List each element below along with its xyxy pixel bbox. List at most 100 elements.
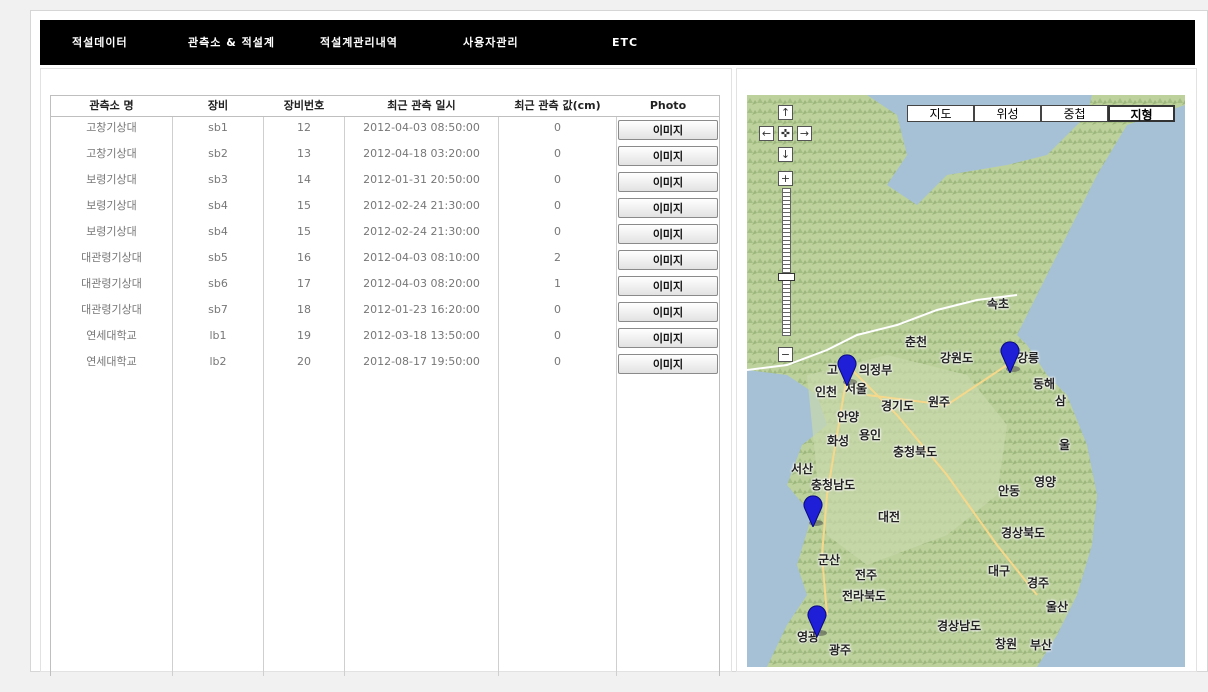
table-row: 대관령기상대 sb6 17 2012-04-03 08:20:00 1 이미지 — [51, 274, 719, 300]
table-row: 보령기상대 sb4 15 2012-02-24 21:30:00 0 이미지 — [51, 222, 719, 248]
city-label: 전주 — [855, 568, 878, 582]
city-label: 군산 — [818, 553, 841, 567]
map-type-map[interactable]: 지도 — [907, 105, 974, 122]
cell-device: lb1 — [209, 329, 227, 342]
cell-last-observed-time: 2012-04-03 08:20:00 — [363, 277, 480, 290]
station-pin-icon[interactable] — [836, 352, 858, 386]
map-type-hybrid[interactable]: 중첩 — [1041, 105, 1108, 122]
nav-station-snowgauge[interactable]: 관측소 & 적설계 — [188, 20, 275, 65]
zoom-slider-handle[interactable] — [778, 273, 795, 281]
cell-station-name: 연세대학교 — [86, 329, 137, 342]
image-button[interactable]: 이미지 — [618, 198, 718, 218]
station-pin-icon[interactable] — [999, 339, 1021, 373]
city-label: 전라북도 — [842, 589, 887, 603]
cell-station-name: 보령기상대 — [86, 173, 137, 186]
image-button[interactable]: 이미지 — [618, 276, 718, 296]
pan-down-icon[interactable]: ↓ — [778, 147, 793, 162]
city-label: 부산 — [1030, 638, 1053, 652]
nav-snow-data[interactable]: 적설데이터 — [72, 20, 128, 65]
table-row: 대관령기상대 sb5 16 2012-04-03 08:10:00 2 이미지 — [51, 248, 719, 274]
cell-last-observed-time: 2012-01-31 20:50:00 — [363, 173, 480, 186]
table-row: 보령기상대 sb3 14 2012-01-31 20:50:00 0 이미지 — [51, 170, 719, 196]
zoom-out-icon[interactable]: − — [778, 347, 793, 362]
cell-device: sb3 — [208, 173, 228, 186]
cell-last-observed-value: 0 — [554, 225, 561, 238]
city-label: 영양 — [1034, 475, 1057, 489]
cell-device-number: 16 — [297, 251, 311, 264]
map-type-satellite[interactable]: 위성 — [974, 105, 1041, 122]
cell-last-observed-value: 0 — [554, 355, 561, 368]
header-last-observed-time: 최근 관측 일시 — [387, 99, 456, 112]
cell-last-observed-time: 2012-04-18 03:20:00 — [363, 147, 480, 160]
nav-etc[interactable]: ETC — [612, 20, 638, 65]
cell-device: sb7 — [208, 303, 228, 316]
cell-station-name: 고창기상대 — [86, 147, 137, 160]
cell-last-observed-time: 2012-02-24 21:30:00 — [363, 199, 480, 212]
header-last-observed-value: 최근 관측 값(cm) — [514, 99, 601, 112]
city-label: 삼 — [1055, 394, 1067, 408]
pan-center-icon[interactable]: ✜ — [778, 126, 793, 141]
cell-station-name: 보령기상대 — [86, 199, 137, 212]
cell-last-observed-time: 2012-03-18 13:50:00 — [363, 329, 480, 342]
city-label: 의정부 — [859, 363, 893, 377]
pan-up-icon[interactable]: ↑ — [778, 105, 793, 120]
pan-right-icon[interactable]: → — [797, 126, 812, 141]
cell-last-observed-time: 2012-04-03 08:10:00 — [363, 251, 480, 264]
image-button[interactable]: 이미지 — [618, 120, 718, 140]
pan-left-icon[interactable]: ← — [759, 126, 774, 141]
city-label: 용인 — [859, 428, 882, 442]
cell-device: sb2 — [208, 147, 228, 160]
cell-last-observed-value: 0 — [554, 329, 561, 342]
table-row: 연세대학교 lb1 19 2012-03-18 13:50:00 0 이미지 — [51, 326, 719, 352]
cell-device-number: 18 — [297, 303, 311, 316]
city-label: 화성 — [827, 434, 850, 448]
cell-last-observed-time: 2012-02-24 21:30:00 — [363, 225, 480, 238]
station-pin-icon[interactable] — [806, 603, 828, 637]
cell-device-number: 12 — [297, 121, 311, 134]
image-button[interactable]: 이미지 — [618, 224, 718, 244]
cell-device: sb1 — [208, 121, 228, 134]
cell-last-observed-value: 0 — [554, 173, 561, 186]
city-label: 경주 — [1027, 576, 1050, 590]
table-row: 보령기상대 sb4 15 2012-02-24 21:30:00 0 이미지 — [51, 196, 719, 222]
image-button[interactable]: 이미지 — [618, 250, 718, 270]
city-label: 대전 — [878, 510, 901, 524]
image-button[interactable]: 이미지 — [618, 354, 718, 374]
city-label: 울 — [1059, 438, 1071, 452]
city-label: 안동 — [998, 484, 1021, 498]
image-button[interactable]: 이미지 — [618, 328, 718, 348]
image-button[interactable]: 이미지 — [618, 146, 718, 166]
zoom-in-icon[interactable]: + — [778, 171, 793, 186]
city-label: 광주 — [829, 643, 852, 657]
cell-last-observed-time: 2012-01-23 16:20:00 — [363, 303, 480, 316]
cell-device-number: 20 — [297, 355, 311, 368]
map-view[interactable]: 지도 위성 중첩 지형 ↑ ← ✜ → ↓ + − 속초 춘천 강원도 강릉 의… — [747, 95, 1185, 667]
city-label: 울산 — [1046, 600, 1069, 614]
table-row: 고창기상대 sb1 12 2012-04-03 08:50:00 0 이미지 — [51, 118, 719, 144]
cell-station-name: 대관령기상대 — [81, 277, 142, 290]
cell-device-number: 19 — [297, 329, 311, 342]
cell-device: sb5 — [208, 251, 228, 264]
city-label: 강원도 — [940, 351, 974, 365]
image-button[interactable]: 이미지 — [618, 172, 718, 192]
nav-user-management[interactable]: 사용자관리 — [463, 20, 519, 65]
cell-device-number: 14 — [297, 173, 311, 186]
cell-device-number: 13 — [297, 147, 311, 160]
header-device: 장비 — [207, 99, 229, 112]
image-button[interactable]: 이미지 — [618, 302, 718, 322]
header-photo: Photo — [649, 99, 687, 112]
cell-last-observed-value: 0 — [554, 199, 561, 212]
nav-gauge-management-log[interactable]: 적설계관리내역 — [320, 20, 398, 65]
zoom-slider-track[interactable] — [782, 188, 791, 336]
cell-device-number: 15 — [297, 199, 311, 212]
city-label: 속초 — [987, 297, 1010, 311]
cell-device: sb6 — [208, 277, 228, 290]
cell-device-number: 17 — [297, 277, 311, 290]
cell-device: lb2 — [209, 355, 227, 368]
map-type-terrain[interactable]: 지형 — [1108, 105, 1175, 122]
cell-last-observed-value: 0 — [554, 121, 561, 134]
city-label: 원주 — [928, 395, 951, 409]
cell-station-name: 연세대학교 — [86, 355, 137, 368]
station-pin-icon[interactable] — [802, 493, 824, 527]
header-station-name: 관측소 명 — [89, 99, 134, 112]
